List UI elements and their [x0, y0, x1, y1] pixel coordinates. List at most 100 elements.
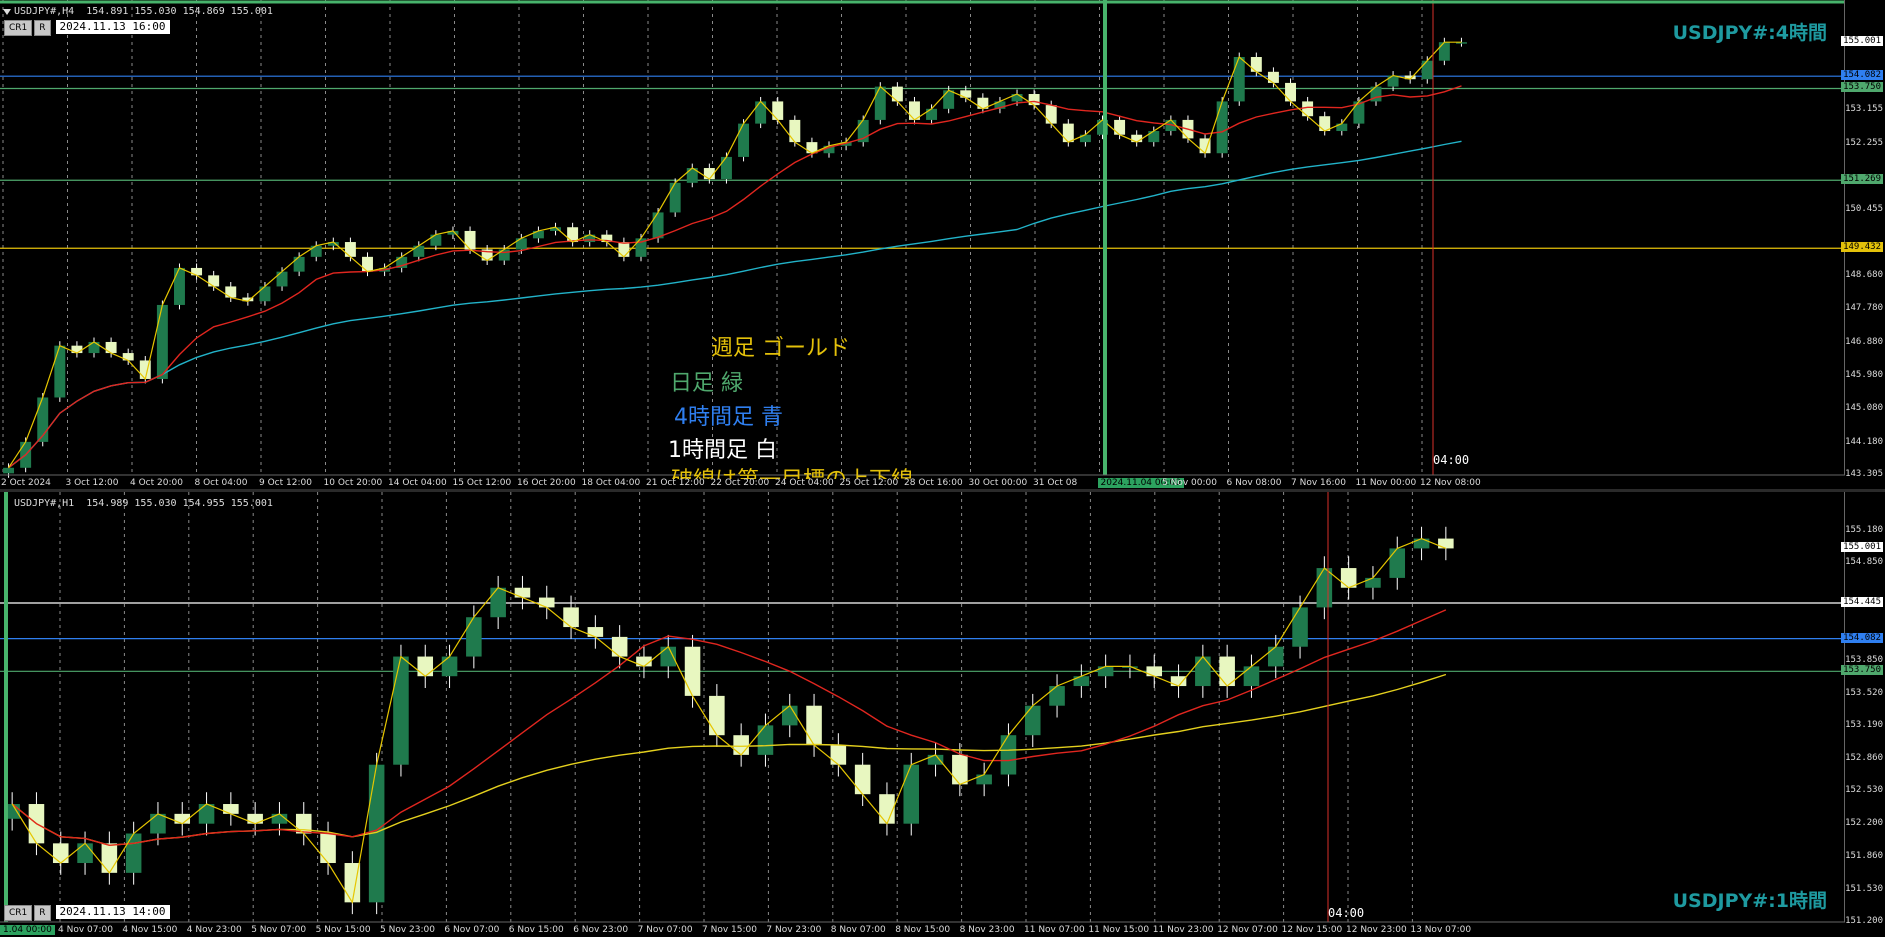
- price-scale-label: 152.255: [1845, 137, 1883, 148]
- candle: [88, 341, 100, 354]
- h4-price-scale[interactable]: 155.001 154.082 153.750 153.155 152.255 151.2…: [1841, 0, 1885, 479]
- candle: [1170, 676, 1187, 687]
- time-axis-label: 8 Oct 04:00: [194, 478, 248, 488]
- candle: [441, 656, 458, 677]
- time-axis-label: 4 Nov 07:00: [58, 925, 113, 935]
- candle: [1045, 105, 1057, 124]
- h4-chart-title: USDJPY#:4時間: [1672, 22, 1827, 44]
- price-scale-label: 147.780: [1845, 303, 1883, 314]
- price-scale-label: 143.305: [1845, 469, 1883, 479]
- price-scale-label: 155.001: [1841, 542, 1883, 553]
- candle: [1195, 656, 1211, 687]
- candle: [1292, 607, 1308, 647]
- price-scale-label: 145.980: [1845, 370, 1883, 380]
- price-scale-label: 152.200: [1845, 817, 1883, 828]
- candle: [208, 275, 220, 287]
- price-scale-label: 155.001: [1841, 36, 1883, 47]
- candle: [1365, 577, 1381, 588]
- time-axis-label: 12 Nov 07:00: [1217, 925, 1278, 935]
- candle: [223, 804, 239, 814]
- time-axis-label: 5 Nov 07:00: [251, 925, 307, 935]
- h4-chart-canvas[interactable]: [0, 0, 1885, 492]
- candle: [976, 774, 992, 785]
- r-button-h4[interactable]: R: [34, 20, 51, 36]
- h1-price-scale[interactable]: 155.180 155.001 154.850 154.445 154.082 153.8…: [1841, 492, 1885, 926]
- legend-h1: 1時間足 白: [668, 438, 777, 463]
- time-axis-label: 9 Oct 12:00: [259, 478, 312, 488]
- r-button-h1[interactable]: R: [34, 905, 51, 921]
- candle: [879, 794, 895, 824]
- candle: [310, 245, 322, 257]
- triangle-down-icon[interactable]: [3, 9, 11, 15]
- price-scale-label: 151.200: [1845, 916, 1883, 926]
- cr1-button-h1[interactable]: CR1: [4, 905, 33, 921]
- time-axis-label: 7 Nov 16:00: [1291, 478, 1346, 488]
- time-axis-label: 11 Nov 15:00: [1088, 925, 1150, 935]
- candle: [1114, 119, 1126, 135]
- candle: [259, 286, 271, 302]
- candle: [669, 182, 681, 213]
- candle: [926, 108, 938, 120]
- price-scale-label: 155.180: [1845, 524, 1883, 535]
- legend-dashed-note: 破線は第一目標の上下線: [671, 465, 913, 479]
- candle: [1438, 42, 1450, 61]
- candle: [789, 119, 801, 143]
- candle: [720, 156, 732, 180]
- price-scale-label: 154.082: [1841, 70, 1883, 81]
- price-scale-label: 151.530: [1845, 883, 1883, 894]
- candle: [1073, 676, 1090, 687]
- candle: [466, 617, 482, 657]
- time-axis-label: 8 Nov 23:00: [959, 925, 1015, 935]
- h1-chart-canvas[interactable]: [0, 492, 1885, 937]
- h1-first-time-label: 1.04 00:00: [0, 925, 55, 935]
- h1-symbol-header: USDJPY#,H1 154.989 155.030 154.955 155.0…: [14, 498, 273, 509]
- ma-slow-line: [11, 673, 1447, 847]
- price-scale-label: 153.850: [1845, 655, 1883, 666]
- candle: [393, 656, 409, 765]
- time-axis-label: 22 Oct 20:00: [710, 478, 770, 488]
- candle: [1148, 131, 1160, 143]
- price-scale-label: 153.190: [1845, 720, 1883, 731]
- time-axis-label: 2 Oct 2024: [1, 478, 51, 488]
- candle: [733, 735, 749, 755]
- chart-pane-h4[interactable]: USDJPY#,H4 154.891 155.030 154.869 155.0…: [0, 0, 1885, 492]
- candle: [806, 705, 822, 746]
- time-axis-label: 8 Nov 15:00: [895, 925, 951, 935]
- time-axis-label: 31 Oct 08: [1033, 478, 1078, 488]
- candle: [198, 804, 215, 824]
- chart-pane-h1[interactable]: USDJPY#,H1 154.989 155.030 154.955 155.0…: [0, 492, 1885, 937]
- price-scale-label: 144.180: [1845, 436, 1883, 447]
- candle: [125, 833, 142, 873]
- candle: [1250, 57, 1262, 72]
- price-scale-label: 153.520: [1845, 687, 1883, 698]
- time-axis-label: 10 Oct 20:00: [323, 478, 383, 488]
- h4-datetime-box: 2024.11.13 16:00: [55, 20, 170, 34]
- candle: [854, 764, 871, 795]
- candle: [417, 656, 434, 677]
- legend-weekly: 週足 ゴールド: [711, 336, 850, 361]
- cr1-button-h4[interactable]: CR1: [4, 20, 33, 36]
- candle: [1028, 94, 1040, 106]
- candle: [225, 286, 237, 298]
- candle: [464, 230, 476, 250]
- candle: [1285, 82, 1296, 102]
- candle: [413, 245, 425, 257]
- price-scale-label: 153.750: [1841, 82, 1883, 93]
- candle: [101, 843, 118, 873]
- legend-daily: 日足 緑: [670, 371, 743, 396]
- price-scale-label: 149.432: [1841, 242, 1883, 253]
- candle: [874, 86, 886, 120]
- time-axis-label: 7 Nov 07:00: [637, 925, 693, 935]
- time-axis-label: 4 Nov 23:00: [186, 925, 242, 935]
- price-scale-label: 152.530: [1845, 785, 1883, 796]
- zigzag-line: [11, 537, 1447, 904]
- candle: [709, 695, 725, 736]
- candle: [150, 813, 166, 834]
- time-axis-label: 30 Oct 00:00: [968, 478, 1028, 488]
- candle: [54, 345, 66, 398]
- candle: [1387, 75, 1399, 87]
- candle: [738, 123, 750, 157]
- price-scale-label: 148.680: [1845, 270, 1883, 281]
- candle: [247, 813, 263, 824]
- candle: [1316, 568, 1333, 608]
